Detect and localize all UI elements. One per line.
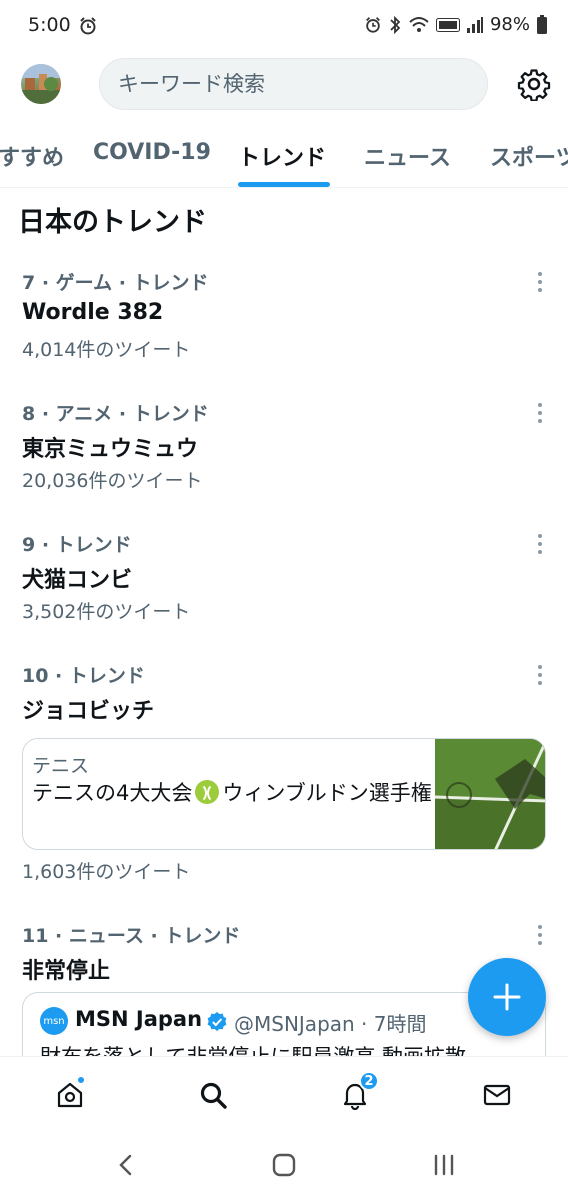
search-input[interactable] xyxy=(100,59,487,109)
trend-item[interactable]: 8 · アニメ · トレンド 東京ミュウミュウ 20,036件のツイート xyxy=(0,399,568,499)
explore-header xyxy=(0,54,568,114)
more-options-icon[interactable] xyxy=(532,532,548,556)
trend-name: 犬猫コンビ xyxy=(22,568,133,593)
recents-icon xyxy=(434,1154,454,1176)
mail-icon xyxy=(483,1084,511,1106)
bottom-navigation: 2 xyxy=(0,1056,568,1132)
trend-tweet-count: 1,603件のツイート xyxy=(22,861,191,883)
volte-icon xyxy=(435,17,460,32)
home-system-button[interactable] xyxy=(269,1150,299,1180)
trend-item[interactable]: 9 · トレンド 犬猫コンビ 3,502件のツイート xyxy=(0,530,568,630)
battery-percent: 98% xyxy=(489,14,530,35)
tab-sports[interactable]: スポーツ xyxy=(490,140,568,172)
status-time: 5:00 xyxy=(28,14,71,36)
news-card-image xyxy=(435,739,545,849)
more-options-icon[interactable] xyxy=(532,401,548,425)
nav-messages[interactable] xyxy=(477,1075,517,1115)
section-title: 日本のトレンド xyxy=(18,207,207,238)
trend-name: ジョコビッチ xyxy=(22,699,155,724)
trend-tweet-count: 4,014件のツイート xyxy=(22,339,191,361)
trend-meta: 9 · トレンド xyxy=(22,534,132,556)
more-options-icon[interactable] xyxy=(532,663,548,687)
verified-badge-icon xyxy=(207,1012,227,1031)
tweet-handle-time: @MSNJapan · 7時間 xyxy=(234,1012,427,1036)
tab-trending[interactable]: トレンド xyxy=(238,140,326,172)
tab-recommended[interactable]: すすめ xyxy=(0,140,64,172)
bluetooth-icon xyxy=(390,15,401,34)
trend-item[interactable]: 7 · ゲーム · トレンド Wordle 382 4,014件のツイート xyxy=(0,268,568,368)
alarm-icon xyxy=(80,17,96,35)
tab-news[interactable]: ニュース xyxy=(364,140,451,172)
home-square-icon xyxy=(272,1153,296,1177)
news-card[interactable]: テニス テニスの4大大会 ウィンブルドン選手権 xyxy=(22,738,546,850)
back-chevron-icon xyxy=(119,1154,132,1176)
search-bar[interactable] xyxy=(99,58,488,110)
trend-meta: 7 · ゲーム · トレンド xyxy=(22,272,209,294)
tennis-ball-icon xyxy=(195,780,220,804)
msn-logo-icon: msn xyxy=(40,1007,68,1035)
trend-meta: 8 · アニメ · トレンド xyxy=(22,403,209,425)
notifications-badge: 2 xyxy=(359,1071,379,1091)
nav-notifications[interactable]: 2 xyxy=(335,1071,379,1115)
status-bar: 5:00 98% xyxy=(0,0,568,54)
battery-icon xyxy=(537,14,547,34)
trend-name: 東京ミュウミュウ xyxy=(22,437,199,462)
news-card-category: テニス xyxy=(32,755,90,777)
compose-tweet-button[interactable] xyxy=(468,958,546,1036)
gear-icon[interactable] xyxy=(517,67,551,101)
trend-tweet-count: 3,502件のツイート xyxy=(22,601,191,623)
alarm-icon xyxy=(366,16,380,33)
system-navigation xyxy=(0,1132,568,1199)
trend-name: 非常停止 xyxy=(22,959,111,984)
plus-icon xyxy=(493,983,521,1011)
signal-icon xyxy=(466,16,483,33)
news-card-title: テニスの4大大会 ウィンブルドン選手権 xyxy=(32,780,432,805)
more-options-icon[interactable] xyxy=(532,923,548,947)
tweet-body: 財布を落として非常停止に駅員激高 動画拡散 xyxy=(40,1041,466,1056)
home-new-dot xyxy=(76,1075,86,1085)
tab-active-indicator xyxy=(238,182,330,187)
trend-meta: 11 · ニュース · トレンド xyxy=(22,925,241,947)
trend-meta: 10 · トレンド xyxy=(22,665,145,687)
trend-name: Wordle 382 xyxy=(22,300,164,325)
more-options-icon[interactable] xyxy=(532,270,548,294)
recents-button[interactable] xyxy=(429,1150,459,1180)
search-icon xyxy=(200,1082,227,1109)
avatar[interactable] xyxy=(21,64,61,104)
nav-home[interactable] xyxy=(50,1075,90,1115)
tab-covid19[interactable]: COVID-19 xyxy=(93,140,211,165)
tweet-author-name: MSN Japan xyxy=(75,1007,203,1031)
wifi-icon xyxy=(409,16,429,32)
nav-explore[interactable] xyxy=(193,1075,233,1115)
back-button[interactable] xyxy=(111,1150,141,1180)
explore-tabs: すすめ COVID-19 トレンド ニュース スポーツ xyxy=(0,128,568,188)
trend-tweet-count: 20,036件のツイート xyxy=(22,470,203,492)
